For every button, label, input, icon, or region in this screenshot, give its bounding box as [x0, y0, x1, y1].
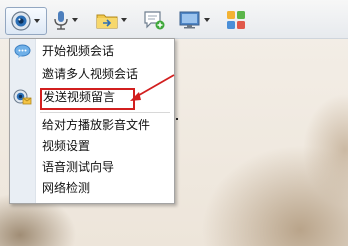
chevron-down-icon[interactable]	[121, 18, 127, 22]
toolbar	[0, 0, 348, 39]
microphone-icon	[54, 11, 68, 30]
chevron-down-icon[interactable]	[204, 18, 210, 22]
voice-button[interactable]	[52, 7, 82, 33]
screen-share-button[interactable]	[178, 7, 214, 33]
apps-grid-icon	[227, 11, 245, 29]
menu-item-video-settings[interactable]: 视频设置	[42, 137, 170, 156]
chevron-down-icon[interactable]	[34, 19, 40, 23]
video-dropdown-menu: 开始视频会话 邀请多人视频会话 发送视频留言 给对方播放影音文件 视频设置 语音…	[9, 38, 175, 204]
chevron-down-icon[interactable]	[72, 18, 78, 22]
menu-icon-gutter	[10, 39, 36, 203]
screen-share-icon	[179, 11, 200, 29]
menu-item-voice-test-wizard[interactable]: 语音测试向导	[42, 158, 170, 177]
menu-item-network-check[interactable]: 网络检测	[42, 179, 170, 198]
file-transfer-button[interactable]	[95, 7, 131, 33]
annotation-highlight-box	[40, 88, 135, 110]
menu-separator	[40, 112, 170, 113]
annotation-arrow	[130, 74, 175, 101]
speech-bubble-icon	[14, 44, 31, 58]
chat-button[interactable]	[143, 7, 169, 33]
apps-button[interactable]	[225, 7, 251, 33]
video-message-icon	[13, 89, 32, 105]
video-button[interactable]	[5, 7, 47, 35]
menu-item-start-video[interactable]: 开始视频会话	[42, 42, 170, 61]
mouse-dot	[176, 118, 178, 120]
video-camera-icon	[11, 11, 31, 31]
folder-transfer-icon	[96, 14, 118, 29]
menu-item-play-media-file[interactable]: 给对方播放影音文件	[42, 116, 170, 135]
chat-add-icon	[144, 11, 165, 30]
